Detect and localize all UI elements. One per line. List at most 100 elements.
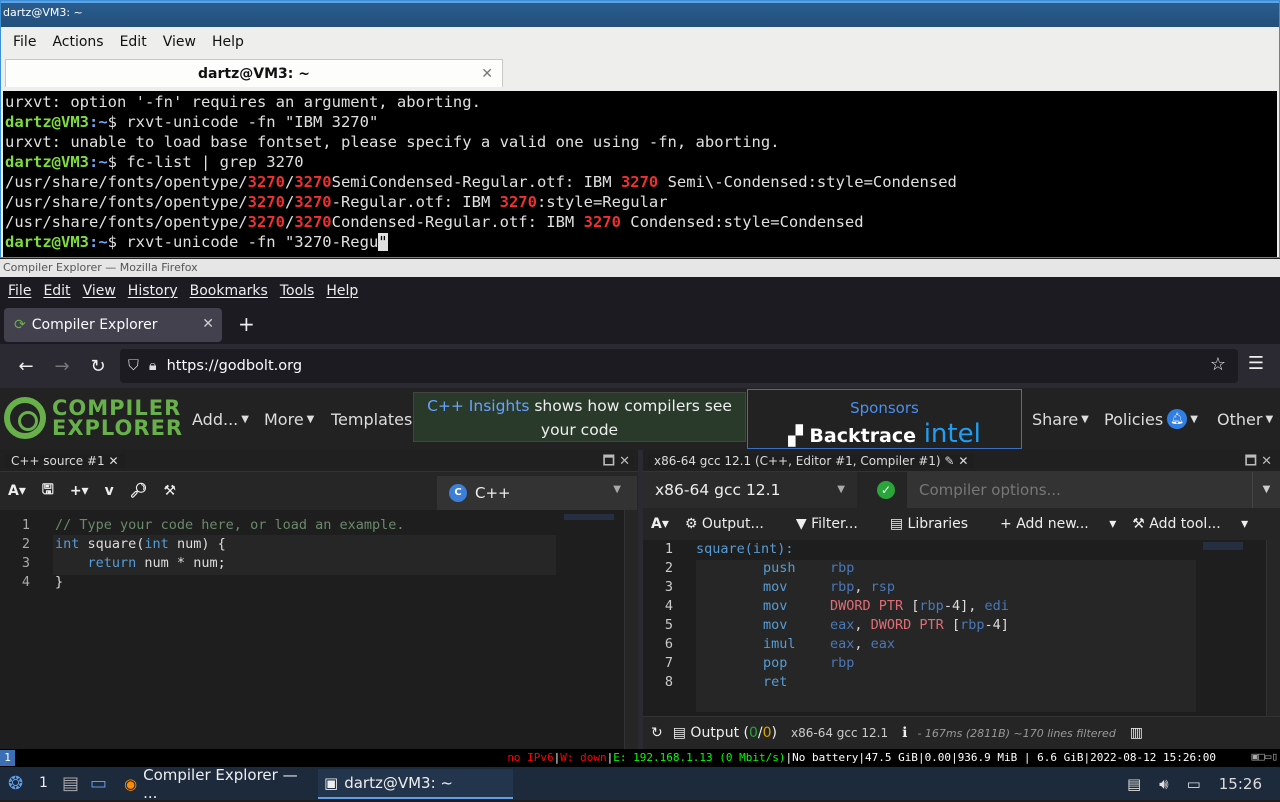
more-menu-label: More (264, 409, 304, 429)
output-menu[interactable]: ⚙ Output... (685, 516, 780, 532)
filter-menu[interactable]: ▼ Filter... (796, 516, 874, 532)
shield-icon[interactable]: ⛉ (128, 358, 139, 374)
status-bar: 1 no IPv6|W: down|E: 192.168.1.13 (0 Mbi… (0, 749, 1280, 767)
terminal-menu-edit[interactable]: Edit (112, 34, 155, 50)
terminal-menu-actions[interactable]: Actions (44, 34, 111, 50)
compile-ok-icon[interactable]: ✓ (877, 481, 895, 499)
menu-view[interactable]: View (77, 283, 122, 299)
firefox-icon: ◉ (124, 775, 138, 793)
quickbench-icon[interactable]: ⚒ (164, 483, 177, 499)
insights-link[interactable]: C++ Insights (427, 397, 529, 415)
compiler-select[interactable]: x86-64 gcc 12.1 ▼ (643, 472, 857, 508)
network-icon[interactable]: ▭ (1187, 775, 1201, 793)
menu-file[interactable]: File (2, 283, 37, 299)
compiler-tab[interactable]: x86-64 gcc 12.1 (C++, Editor #1, Compile… (643, 450, 1280, 472)
add-tool-menu[interactable]: ⚒ Add tool... ▾ (1132, 516, 1248, 532)
output-button[interactable]: ▤ Output (0/0) (673, 725, 777, 741)
close-tab-icon[interactable]: ✕ (202, 316, 214, 332)
compiler-explorer-logo[interactable]: COMPILER EXPLORER (4, 397, 183, 439)
language-select[interactable]: C C++ ▼ (437, 476, 637, 510)
add-menu[interactable]: Add... ▼ (192, 388, 249, 450)
policies-menu[interactable]: Policies 🔔︎ ▼ (1104, 388, 1198, 450)
terminal-title: dartz@VM3: ~ (3, 6, 83, 19)
logo-line1: COMPILER (52, 396, 182, 420)
scrollbar[interactable] (1266, 540, 1280, 718)
firefox-window: Compiler Explorer — Mozilla Firefox File… (0, 259, 1280, 749)
menu-bookmarks[interactable]: Bookmarks (184, 283, 274, 299)
pane-controls[interactable]: 🗖 ✕ (1245, 452, 1272, 474)
workspace-indicator[interactable]: 1 (0, 750, 15, 766)
new-tab-icon[interactable]: + (238, 312, 255, 336)
forward-icon[interactable]: → (44, 356, 80, 377)
assembly-output[interactable]: 1 2 3 4 5 6 7 8 square(int): push rbp mov… (643, 540, 1280, 718)
options-dropdown-icon[interactable]: ▼ (1252, 472, 1280, 508)
libraries-button[interactable]: ▤ Libraries (890, 516, 984, 532)
close-icon[interactable]: ✕ (108, 454, 118, 468)
compiler-bar: x86-64 gcc 12.1 ▼ ✓ Compiler options... ▼ (643, 472, 1280, 508)
close-icon[interactable]: ✕ (481, 60, 493, 88)
browser-tab-label: Compiler Explorer (31, 317, 158, 333)
terminal-menu-file[interactable]: File (5, 34, 44, 50)
reload-icon[interactable]: ↻ (80, 356, 116, 377)
terminal-titlebar[interactable]: dartz@VM3: ~ (1, 1, 1279, 27)
sponsors-box[interactable]: Sponsors ▞ Backtrace intel (747, 389, 1022, 449)
clock[interactable]: 15:26 (1219, 775, 1262, 793)
lock-icon[interactable]: 🔒︎ (149, 358, 157, 374)
terminal-screen[interactable]: urxvt: option '-fn' requires an argument… (3, 91, 1277, 257)
cppinsights-icon[interactable]: 🔎︎ (130, 483, 148, 499)
other-menu[interactable]: Other ▼ (1217, 388, 1273, 450)
volume-icon[interactable]: 🔊︎ (1159, 775, 1168, 793)
scrollbar[interactable] (624, 510, 638, 749)
source-tab[interactable]: C++ source #1 ✕ 🗖 ✕ (0, 450, 638, 472)
font-size-icon[interactable]: A▾ (8, 483, 26, 499)
file-manager-icon[interactable]: ▤ (62, 773, 79, 794)
back-icon[interactable]: ← (8, 356, 44, 377)
workspace-switcher[interactable]: 1 (39, 775, 48, 791)
line-number: 2 (664, 560, 673, 576)
system-tray: ▤ 🔊︎ ▭ 15:26 (1127, 767, 1280, 800)
menu-edit[interactable]: Edit (37, 283, 76, 299)
vim-icon[interactable]: v (105, 483, 114, 499)
pane-controls[interactable]: 🗖 ✕ (603, 452, 630, 474)
firefox-title: Compiler Explorer — Mozilla Firefox (3, 261, 198, 274)
backtrace-logo[interactable]: ▞ Backtrace (788, 425, 916, 447)
info-icon[interactable]: ℹ (902, 725, 907, 741)
tray-icons[interactable]: ▣□▭▯ (1252, 750, 1279, 763)
clipboard-icon[interactable]: ▤ (1127, 775, 1141, 793)
menu-help[interactable]: Help (320, 283, 364, 299)
source-editor[interactable]: 1 2 3 4 // Type your code here, or load … (0, 510, 638, 749)
menu-history[interactable]: History (122, 283, 184, 299)
line-number: 3 (21, 555, 30, 571)
edit-icon[interactable]: ✎ (944, 454, 954, 468)
templates-button[interactable]: Templates (331, 388, 412, 450)
terminal-line: dartz@VM3:~$ rxvt-unicode -fn "3270-Regu… (5, 233, 388, 251)
start-menu-icon[interactable]: ❂ (8, 773, 23, 794)
firefox-titlebar[interactable]: Compiler Explorer — Mozilla Firefox (0, 259, 1280, 277)
add-new-menu[interactable]: + Add new... ▾ (1000, 516, 1116, 532)
more-menu[interactable]: More ▼ (264, 388, 314, 450)
chart-icon[interactable]: ▥ (1130, 725, 1143, 741)
share-menu[interactable]: Share ▼ (1032, 388, 1089, 450)
add-pane-icon[interactable]: +▾ (70, 483, 89, 499)
minimap[interactable] (564, 514, 614, 520)
save-icon[interactable]: 🖫 (42, 479, 54, 503)
minimap[interactable] (1203, 542, 1243, 550)
url-bar[interactable]: ⛉ 🔒︎ https://godbolt.org (120, 349, 1238, 383)
terminal-menu-view[interactable]: View (155, 34, 204, 50)
insights-banner[interactable]: C++ Insights shows how compilers see your… (413, 392, 746, 442)
terminal-menu-help[interactable]: Help (204, 34, 252, 50)
show-desktop-icon[interactable]: ▭ (90, 773, 107, 794)
menu-hamburger-icon[interactable]: ☰ (1248, 353, 1264, 374)
compiler-options-input[interactable]: Compiler options... (907, 472, 1252, 508)
taskbar-firefox[interactable]: ◉ Compiler Explorer — ... (118, 766, 314, 802)
intel-logo[interactable]: intel (924, 419, 981, 449)
terminal-tab[interactable]: dartz@VM3: ~ ✕ (5, 59, 503, 87)
recompile-icon[interactable]: ↻ (651, 725, 663, 741)
browser-tab[interactable]: ⟳ Compiler Explorer ✕ (4, 308, 222, 342)
menu-tools[interactable]: Tools (274, 283, 321, 299)
close-icon[interactable]: ✕ (958, 454, 968, 468)
bookmark-star-icon[interactable]: ☆ (1210, 354, 1226, 375)
chevron-down-icon: ▼ (613, 484, 621, 495)
font-size-icon[interactable]: A▾ (651, 516, 669, 532)
taskbar-terminal[interactable]: ▣ dartz@VM3: ~ (318, 769, 513, 799)
